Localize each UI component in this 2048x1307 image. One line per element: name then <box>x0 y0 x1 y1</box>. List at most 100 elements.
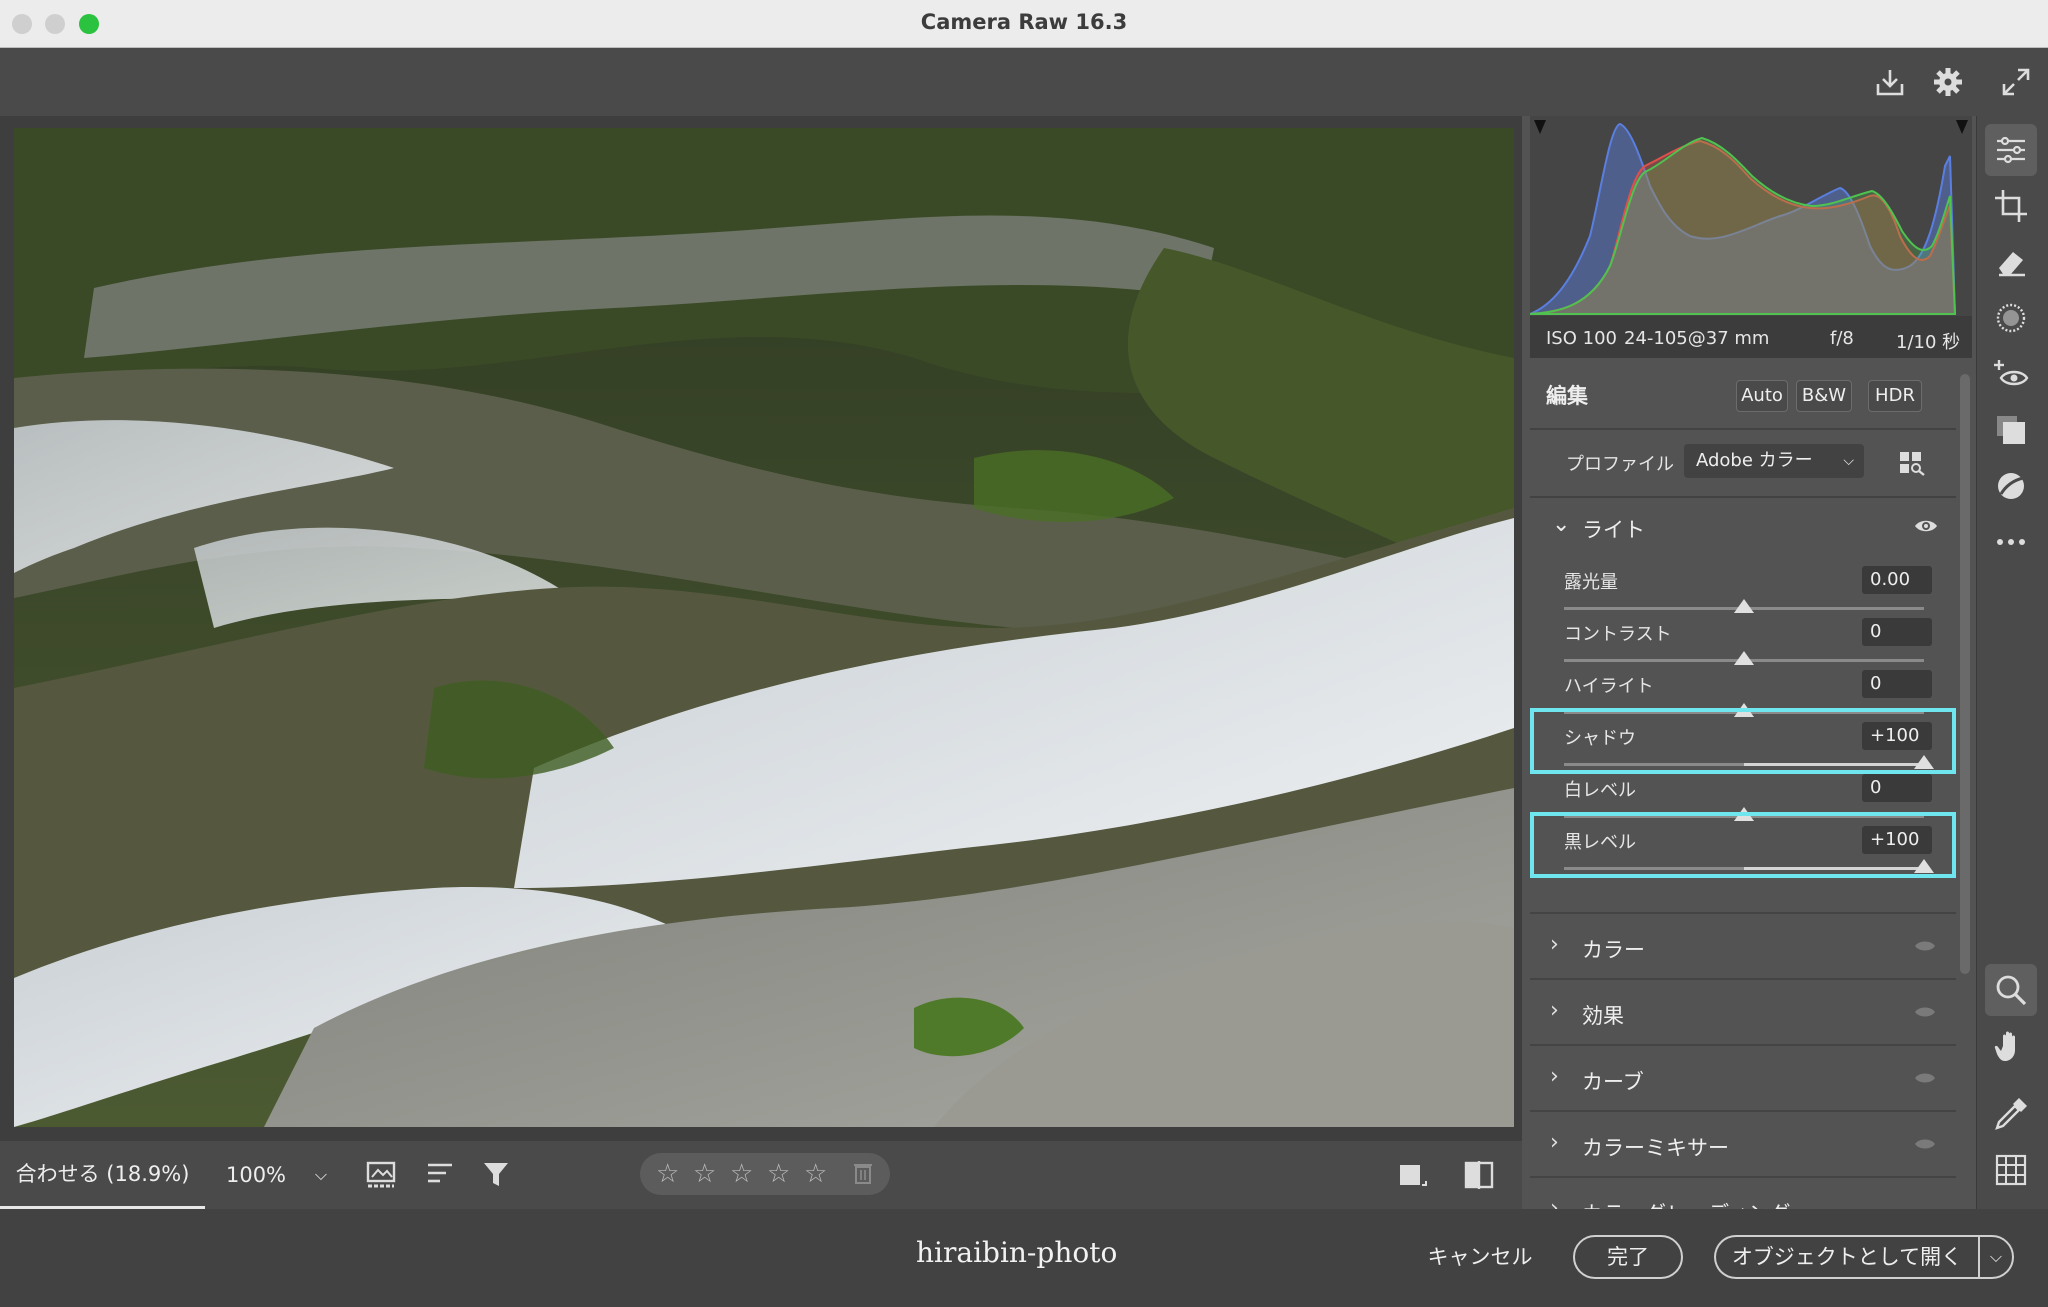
edit-panel: ISO 100 24-105@37 mm f/8 1/10 秒 編集 Auto … <box>1522 116 1972 1209</box>
section-color-label: カラー <box>1582 938 1645 962</box>
footer-bar: hiraibin-photo キャンセル 完了 オブジェクトとして開く ⌵ <box>0 1209 2048 1307</box>
fit-zoom-button[interactable]: 合わせる (18.9%) <box>0 1141 205 1209</box>
profile-label: プロファイル <box>1566 454 1674 475</box>
exif-shutter: 1/10 秒 <box>1896 332 1961 353</box>
section-effects[interactable]: › 効果 <box>1530 978 1956 1042</box>
title-bar: Camera Raw 16.3 <box>0 0 2048 48</box>
camera-raw-window: Camera Raw 16.3 合わせる (18.9%) 100% ⌵ ☆ ☆ … <box>0 0 2048 1307</box>
slider-exposure-thumb[interactable] <box>1734 599 1754 613</box>
section-effects-label: 効果 <box>1582 1004 1624 1028</box>
slider-exposure[interactable]: 露光量 0.00 <box>1530 566 1956 618</box>
panel-scrollbar[interactable] <box>1960 374 1970 974</box>
eye-icon[interactable] <box>1914 1137 1936 1151</box>
hand-icon[interactable] <box>1993 1028 2029 1064</box>
hdr-button[interactable]: HDR <box>1868 380 1922 412</box>
photo-preview[interactable] <box>14 128 1514 1127</box>
top-toolbar <box>0 48 2048 116</box>
before-after-icon[interactable] <box>1462 1159 1496 1191</box>
slider-exposure-label: 露光量 <box>1564 572 1618 593</box>
crop-icon[interactable] <box>1993 188 2029 224</box>
edit-sliders-icon[interactable] <box>1993 132 2029 168</box>
light-section-header[interactable]: ⌄ ライト <box>1530 502 1956 550</box>
image-toolbar: 合わせる (18.9%) 100% ⌵ ☆ ☆ ☆ ☆ ☆ <box>0 1141 1522 1209</box>
section-curve-label: カーブ <box>1582 1070 1644 1094</box>
chevron-right-icon: › <box>1550 1196 1559 1209</box>
section-color-grading-label: カラーグレーディング <box>1582 1198 1791 1209</box>
rating-star-1[interactable]: ☆ <box>656 1159 679 1189</box>
divider <box>1530 428 1956 430</box>
rating-star-3[interactable]: ☆ <box>730 1159 753 1189</box>
exif-aperture: f/8 <box>1830 328 1854 349</box>
chevron-right-icon: › <box>1550 1130 1559 1155</box>
done-button[interactable]: 完了 <box>1573 1235 1683 1279</box>
eye-icon[interactable] <box>1914 1005 1936 1019</box>
cancel-button[interactable]: キャンセル <box>1420 1235 1540 1279</box>
rating-star-2[interactable]: ☆ <box>693 1159 716 1189</box>
snapshot-icon[interactable] <box>1993 412 2029 448</box>
watermark-text: hiraibin-photo <box>916 1236 1118 1269</box>
trash-icon[interactable] <box>852 1161 874 1185</box>
slider-contrast-value[interactable]: 0 <box>1862 618 1932 646</box>
auto-button[interactable]: Auto <box>1736 380 1788 412</box>
edit-title: 編集 <box>1546 384 1588 408</box>
bw-button[interactable]: B&W <box>1796 380 1852 412</box>
section-curve[interactable]: › カーブ <box>1530 1044 1956 1108</box>
open-as-object-button[interactable]: オブジェクトとして開く <box>1714 1235 1978 1279</box>
profile-browser-icon[interactable] <box>1898 450 1926 476</box>
chevron-down-icon: ⌵ <box>1843 453 1854 469</box>
chevron-right-icon: › <box>1550 998 1559 1023</box>
section-color-mixer[interactable]: › カラーミキサー <box>1530 1110 1956 1174</box>
slider-contrast-thumb[interactable] <box>1734 651 1754 665</box>
divider <box>1530 496 1956 498</box>
mask-icon[interactable] <box>1993 300 2029 336</box>
section-color-mixer-label: カラーミキサー <box>1582 1136 1729 1160</box>
exif-lens: 24-105@37 mm <box>1624 328 1770 349</box>
chevron-down-icon: ⌄ <box>1552 512 1571 537</box>
chevron-right-icon: › <box>1550 1064 1559 1089</box>
filter-icon[interactable] <box>480 1159 516 1191</box>
presets-icon[interactable] <box>1993 468 2029 504</box>
grid-icon[interactable] <box>1993 1152 2029 1188</box>
edit-header: 編集 Auto B&W HDR <box>1530 358 1956 428</box>
tool-strip <box>1976 116 2048 1209</box>
single-view-icon[interactable] <box>1396 1159 1428 1191</box>
eye-icon[interactable] <box>1914 939 1936 953</box>
gear-icon[interactable] <box>1930 64 1966 100</box>
slider-contrast[interactable]: コントラスト 0 <box>1530 618 1956 670</box>
zoom-100-button[interactable]: 100% <box>206 1141 306 1209</box>
slider-whites-value[interactable]: 0 <box>1862 774 1932 802</box>
eraser-icon[interactable] <box>1993 244 2029 280</box>
eyedropper-icon[interactable] <box>1993 1096 2029 1132</box>
slider-highlights-value[interactable]: 0 <box>1862 670 1932 698</box>
eye-icon[interactable] <box>1914 518 1938 534</box>
slider-highlights-label: ハイライト <box>1564 676 1654 697</box>
window-title: Camera Raw 16.3 <box>920 10 1128 34</box>
slider-exposure-value[interactable]: 0.00 <box>1862 566 1932 594</box>
exif-info: ISO 100 24-105@37 mm f/8 1/10 秒 <box>1530 316 1972 358</box>
eye-icon[interactable] <box>1914 1071 1936 1085</box>
chevron-right-icon: › <box>1550 932 1559 957</box>
zoom-dropdown[interactable]: ⌵ <box>306 1141 336 1209</box>
image-canvas <box>0 116 1522 1141</box>
filmstrip-icon[interactable] <box>364 1159 400 1191</box>
download-icon[interactable] <box>1872 64 1908 100</box>
rating-star-4[interactable]: ☆ <box>767 1159 790 1189</box>
slider-whites-label: 白レベル <box>1564 780 1636 801</box>
open-options-dropdown[interactable]: ⌵ <box>1978 1235 2014 1279</box>
section-color-grading[interactable]: › カラーグレーディング <box>1530 1176 1956 1209</box>
shadow-highlight-box <box>1530 708 1956 774</box>
zoom-icon[interactable] <box>1993 972 2029 1008</box>
blacks-highlight-box <box>1530 812 1956 878</box>
profile-value: Adobe カラー <box>1696 450 1813 471</box>
slider-contrast-label: コントラスト <box>1564 624 1672 645</box>
more-icon[interactable] <box>1993 524 2029 560</box>
section-color[interactable]: › カラー <box>1530 912 1956 976</box>
red-eye-icon[interactable] <box>1993 356 2029 392</box>
rating-stars: ☆ ☆ ☆ ☆ ☆ <box>640 1153 890 1195</box>
exif-iso: ISO 100 <box>1546 328 1617 349</box>
fullscreen-icon[interactable] <box>1998 64 2034 100</box>
sort-icon[interactable] <box>424 1159 460 1191</box>
histogram <box>1529 116 1972 316</box>
rating-star-5[interactable]: ☆ <box>804 1159 827 1189</box>
profile-select[interactable]: Adobe カラー ⌵ <box>1684 444 1864 478</box>
